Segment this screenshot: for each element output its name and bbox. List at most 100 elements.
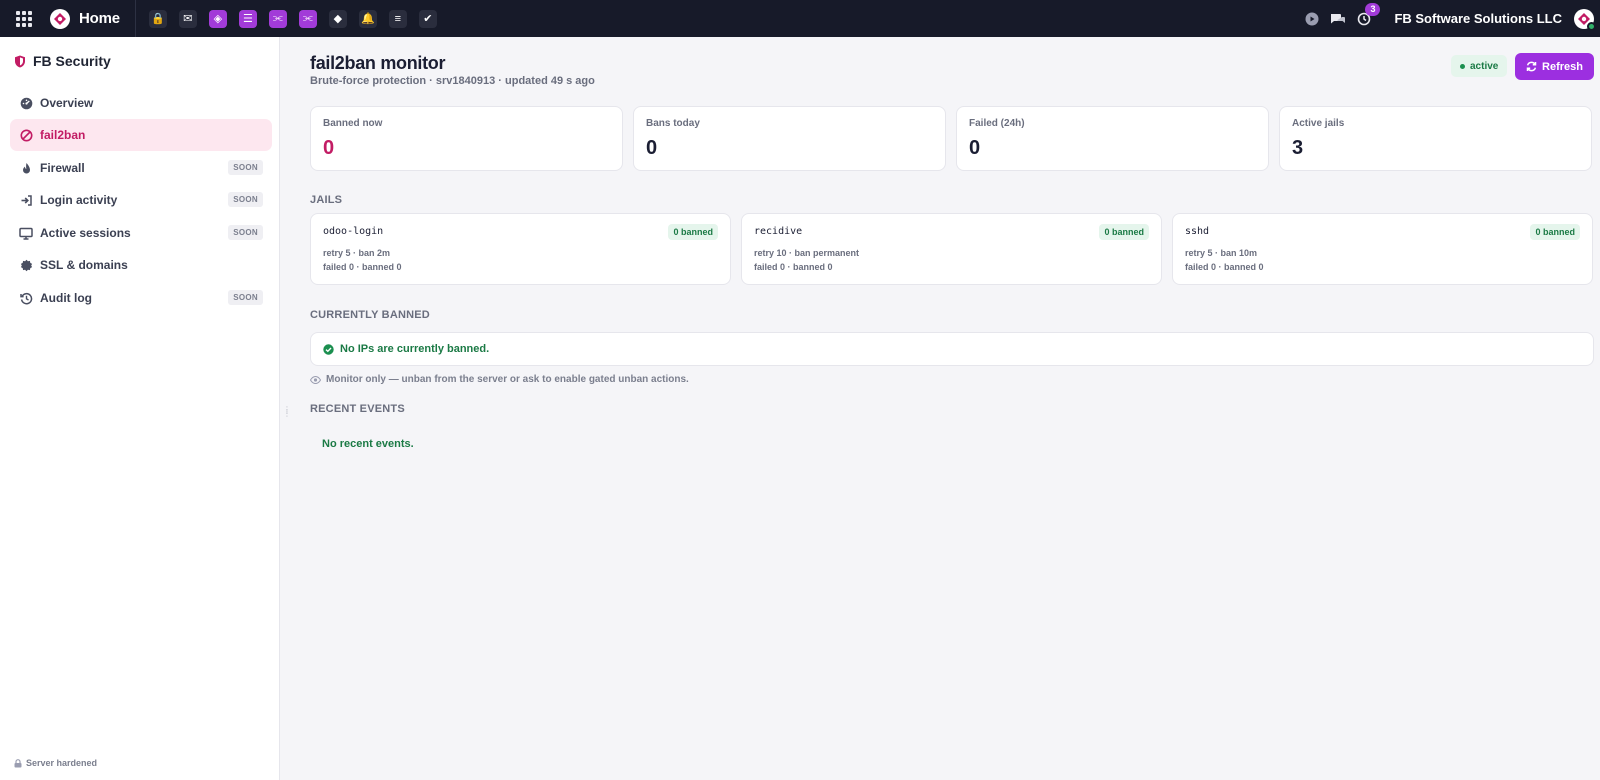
history-icon	[19, 291, 33, 305]
chat-icon[interactable]	[1330, 11, 1346, 27]
monitor-only-note: Monitor only — unban from the server or …	[310, 374, 689, 385]
topbar-divider	[134, 0, 136, 37]
certificate-icon	[19, 258, 33, 272]
stat-label: Failed (24h)	[969, 118, 1025, 129]
stat-card-active-jails: Active jails 3	[1279, 106, 1592, 171]
stat-value: 0	[323, 137, 335, 159]
jail-counts: failed 0 · banned 0	[323, 262, 402, 272]
lock-icon	[14, 758, 22, 767]
activity-count-badge: 3	[1365, 2, 1381, 16]
top-navbar: Home 🔒 ✉ ◈ ☰ ⫘ ⫘ ◆ 🔔 ≡ ✔ 3 FB Software Solutions …	[0, 0, 1600, 37]
stat-value: 0	[646, 137, 658, 159]
sidebar-brand-title: FB Security	[33, 53, 111, 69]
recent-events-section-title: RECENT EVENTS	[310, 403, 405, 415]
home-link[interactable]: Home	[79, 10, 120, 27]
company-logo-icon[interactable]	[50, 8, 70, 29]
refresh-button[interactable]: Refresh	[1515, 53, 1594, 80]
sidebar-item-label: Login activity	[40, 193, 118, 207]
status-badge: active	[1451, 55, 1508, 77]
status-dot-icon	[1460, 63, 1465, 69]
sidebar-item-overview[interactable]: Overview	[10, 87, 272, 119]
sidebar-item-audit-log[interactable]: Audit log SOON	[10, 282, 272, 314]
sidebar-resize-handle[interactable]: ⋮ ⋮	[283, 406, 291, 418]
sidebar-item-label: fail2ban	[40, 128, 86, 142]
jail-card-odoo-login: odoo-login 0 banned retry 5 · ban 2m fai…	[310, 213, 731, 285]
monitor-icon	[19, 226, 33, 240]
sidebar-item-fail2ban[interactable]: fail2ban	[10, 119, 272, 151]
soon-badge: SOON	[228, 225, 263, 240]
play-icon[interactable]	[1304, 11, 1320, 27]
page-title: fail2ban monitor	[310, 53, 446, 73]
shield-app-icon[interactable]: ◈	[208, 9, 227, 28]
jail-banned-badge: 0 banned	[1530, 224, 1580, 240]
monitor-only-text: Monitor only — unban from the server or …	[326, 374, 689, 385]
server-status-text: Server hardened	[26, 758, 98, 768]
mail-app-icon[interactable]: ✉	[178, 9, 197, 28]
logo-app-icon[interactable]: ◆	[328, 9, 347, 28]
jail-card-sshd: sshd 0 banned retry 5 · ban 10m failed 0…	[1172, 213, 1593, 285]
sidebar-item-firewall[interactable]: Firewall SOON	[10, 152, 272, 184]
soon-badge: SOON	[228, 160, 263, 175]
sidebar-brand: FB Security	[14, 53, 111, 69]
sidebar: FB Security Overview fail2ban Firewall S…	[0, 37, 280, 780]
sidebar-item-active-sessions[interactable]: Active sessions SOON	[10, 217, 272, 249]
jail-name: odoo-login	[323, 226, 384, 237]
currently-banned-section-title: CURRENTLY BANNED	[310, 309, 430, 321]
sidebar-item-login-activity[interactable]: Login activity SOON	[10, 184, 272, 216]
jail-counts: failed 0 · banned 0	[1185, 262, 1264, 272]
soon-badge: SOON	[228, 290, 263, 305]
stat-label: Banned now	[323, 118, 383, 129]
share-app-icon-2[interactable]: ⫘	[298, 9, 317, 28]
share-app-icon[interactable]: ⫘	[268, 9, 287, 28]
stat-card-banned-now: Banned now 0	[310, 106, 623, 171]
dashboard-icon	[19, 96, 33, 110]
user-avatar[interactable]	[1574, 8, 1596, 31]
jail-name: recidive	[754, 226, 803, 237]
stat-label: Bans today	[646, 118, 700, 129]
jail-counts: failed 0 · banned 0	[754, 262, 833, 272]
page-subtitle: Brute-force protection · srv1840913 · up…	[310, 75, 595, 87]
refresh-icon	[1526, 61, 1537, 72]
sidebar-item-label: SSL & domains	[40, 258, 128, 272]
currently-banned-panel: No IPs are currently banned.	[310, 332, 1594, 366]
app-grid-icon[interactable]	[14, 9, 34, 29]
stat-value: 3	[1292, 137, 1304, 159]
notes-app-icon[interactable]: ≡	[388, 9, 407, 28]
sidebar-item-ssl-domains[interactable]: SSL & domains	[10, 249, 272, 281]
soon-badge: SOON	[228, 192, 263, 207]
sign-in-icon	[19, 193, 33, 207]
sidebar-item-label: Audit log	[40, 291, 92, 305]
company-switcher[interactable]: FB Software Solutions LLC	[1394, 11, 1562, 26]
stat-card-bans-today: Bans today 0	[633, 106, 946, 171]
online-status-dot	[1587, 21, 1596, 31]
app-shortcuts: 🔒 ✉ ◈ ☰ ⫘ ⫘ ◆ 🔔 ≡ ✔	[148, 9, 437, 28]
server-app-icon[interactable]: ☰	[238, 9, 257, 28]
no-events-message: No recent events.	[322, 438, 414, 450]
sidebar-item-label: Active sessions	[40, 226, 131, 240]
eye-icon	[310, 375, 321, 384]
stat-card-failed-24h: Failed (24h) 0	[956, 106, 1269, 171]
jail-config: retry 10 · ban permanent	[754, 248, 860, 258]
sidebar-item-label: Firewall	[40, 161, 85, 175]
bell-app-icon[interactable]: 🔔	[358, 9, 377, 28]
check-circle-icon	[323, 343, 334, 355]
jail-config: retry 5 · ban 10m	[1185, 248, 1258, 258]
sidebar-item-label: Overview	[40, 96, 94, 110]
check-app-icon[interactable]: ✔	[418, 9, 437, 28]
no-banned-message: No IPs are currently banned.	[340, 343, 490, 355]
jail-name: sshd	[1185, 226, 1210, 237]
server-status-note: Server hardened	[14, 758, 97, 768]
stat-label: Active jails	[1292, 118, 1345, 129]
jail-card-recidive: recidive 0 banned retry 10 · ban permane…	[741, 213, 1162, 285]
jail-banned-badge: 0 banned	[668, 224, 718, 240]
shield-icon	[15, 55, 25, 67]
activity-clock-icon[interactable]: 3	[1356, 2, 1381, 27]
ban-icon	[19, 128, 33, 142]
refresh-button-label: Refresh	[1542, 60, 1583, 73]
jail-banned-badge: 0 banned	[1099, 224, 1149, 240]
jails-section-title: JAILS	[310, 194, 343, 206]
fire-icon	[19, 161, 33, 175]
lock-app-icon[interactable]: 🔒	[148, 9, 167, 28]
stat-value: 0	[969, 137, 981, 159]
status-text: active	[1470, 60, 1499, 72]
